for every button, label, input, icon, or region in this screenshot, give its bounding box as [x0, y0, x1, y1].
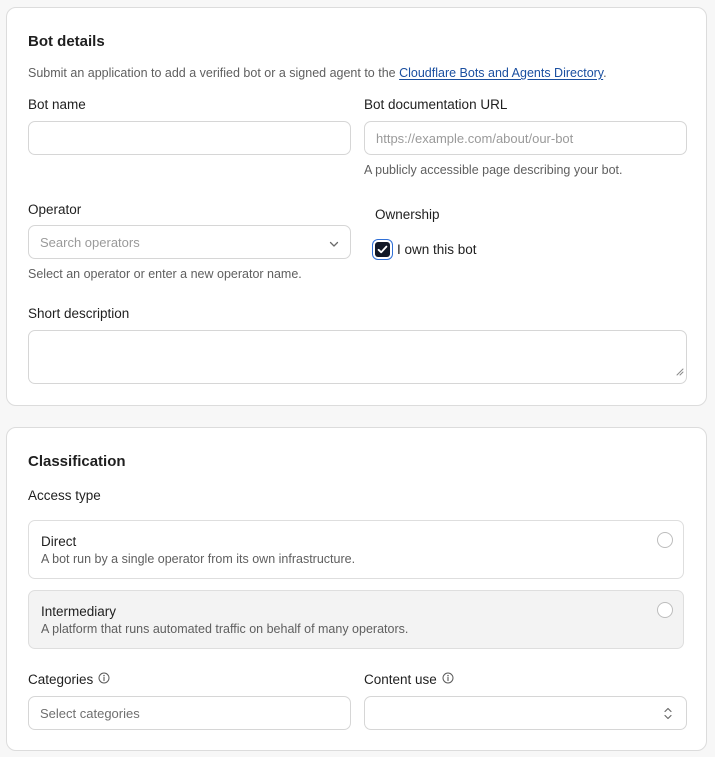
bot-name-input[interactable]	[28, 121, 351, 155]
resize-handle-icon[interactable]	[676, 363, 684, 381]
short-description-label: Short description	[28, 306, 130, 321]
own-bot-label[interactable]: I own this bot	[397, 242, 477, 257]
direct-title: Direct	[41, 534, 77, 549]
content-use-select[interactable]	[364, 696, 687, 730]
info-icon[interactable]	[442, 672, 454, 687]
direct-description: A bot run by a single operator from its …	[41, 552, 356, 566]
categories-label-row: Categories	[28, 672, 110, 688]
chevron-up-down-icon	[663, 706, 673, 726]
intro-end: .	[603, 66, 607, 80]
ownership-label: Ownership	[375, 207, 440, 222]
bot-details-intro: Submit an application to add a verified …	[28, 66, 607, 80]
operator-help: Select an operator or enter a new operat…	[28, 267, 302, 281]
intro-text: Submit an application to add a verified …	[28, 66, 400, 80]
access-type-label: Access type	[28, 488, 101, 503]
bot-details-card: Bot details Submit an application to add…	[6, 7, 707, 406]
bot-name-label: Bot name	[28, 97, 86, 112]
classification-title: Classification	[28, 453, 126, 470]
direct-radio[interactable]	[657, 532, 673, 548]
operator-combobox[interactable]: Search operators	[28, 225, 351, 259]
operator-placeholder: Search operators	[40, 235, 140, 250]
categories-select[interactable]: Select categories	[28, 696, 351, 730]
short-description-textarea[interactable]	[28, 330, 687, 384]
bot-details-title: Bot details	[28, 33, 105, 50]
intermediary-radio[interactable]	[657, 602, 673, 618]
intermediary-description: A platform that runs automated traffic o…	[41, 622, 409, 636]
check-icon	[377, 245, 388, 254]
categories-placeholder: Select categories	[40, 706, 140, 721]
doc-url-help: A publicly accessible page describing yo…	[364, 163, 623, 177]
info-icon[interactable]	[98, 672, 110, 687]
chevron-down-icon	[328, 237, 340, 255]
doc-url-input[interactable]: https://example.com/about/our-bot	[364, 121, 687, 155]
categories-label: Categories	[28, 672, 94, 687]
operator-label: Operator	[28, 202, 82, 217]
access-option-intermediary[interactable]: Intermediary A platform that runs automa…	[28, 590, 684, 649]
content-use-label: Content use	[364, 672, 437, 687]
classification-card: Classification Access type Direct A bot …	[6, 427, 707, 751]
directory-link[interactable]: Cloudflare Bots and Agents Directory	[399, 66, 603, 80]
own-bot-checkbox[interactable]	[375, 242, 390, 257]
doc-url-placeholder: https://example.com/about/our-bot	[376, 131, 574, 146]
doc-url-label: Bot documentation URL	[364, 97, 508, 112]
intermediary-title: Intermediary	[41, 604, 117, 619]
access-option-direct[interactable]: Direct A bot run by a single operator fr…	[28, 520, 684, 579]
content-use-label-row: Content use	[364, 672, 454, 688]
